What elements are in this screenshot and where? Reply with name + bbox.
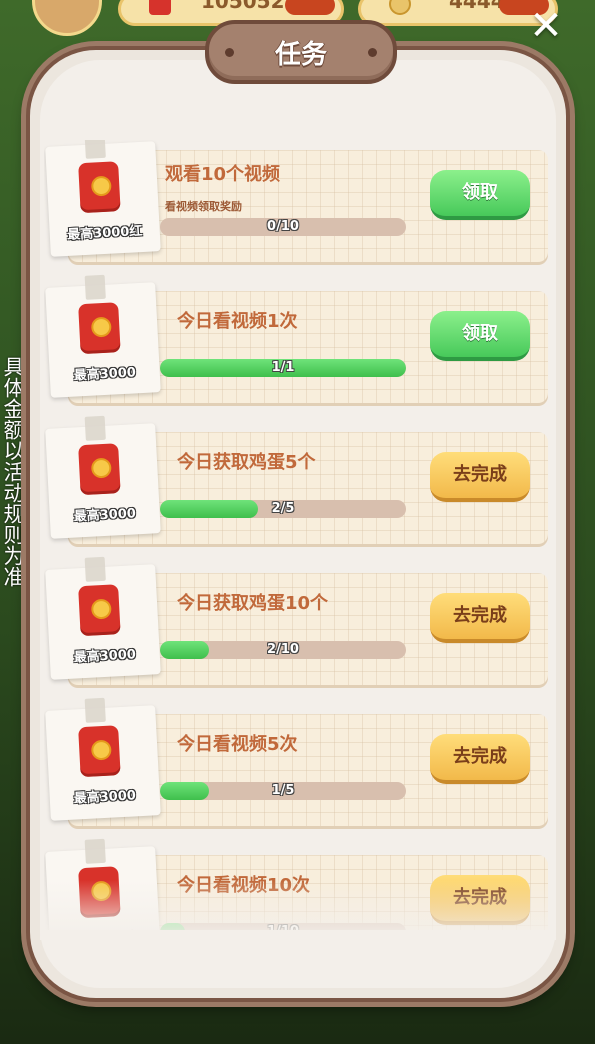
progress-text: 1/1 [271,360,295,375]
red-packet-icon [78,302,121,355]
dialog-title-plate: 任务 [205,20,397,84]
tape-icon [84,415,106,441]
claim-button[interactable]: 领取 [430,311,530,361]
currency-value: 105052 [201,0,285,13]
reward-label: 最高3000 [73,365,137,384]
task-list[interactable]: 最高3000红 观看10个视频看视频领取奖励 0/10 领取最高3000 今日看视频1次… [44,140,554,930]
go-complete-button[interactable]: 去完成 [430,593,530,643]
reward-label: 最高3000 [73,506,137,525]
red-packet-icon [149,0,171,15]
task-item: 最高3000红 观看10个视频看视频领取奖励 0/10 领取 [44,140,550,266]
progress-text: 2/5 [271,501,295,516]
progress-text: 1/5 [271,783,295,798]
coin-icon [389,0,411,15]
tape-icon [84,697,106,723]
reward-note: 最高3000红 [45,140,161,257]
task-title: 今日获取鸡蛋10个 [177,593,329,614]
task-title: 观看10个视频 [165,164,281,185]
progress-text: 0/10 [267,219,299,234]
reward-note: 最高3000 [45,415,161,539]
progress-text: 2/10 [267,642,299,657]
tape-icon [84,140,106,159]
side-disclaimer: 具体金额以活动规则为准 [1,356,25,587]
red-packet-icon [78,725,121,778]
task-item: 最高3000 今日看视频1次 1/1 领取 [44,274,550,407]
go-complete-button[interactable]: 去完成 [430,452,530,502]
progress-bar: 2/10 [160,641,406,659]
dialog-title: 任务 [274,40,327,70]
progress-bar: 1/1 [160,359,406,377]
tape-icon [84,556,106,582]
task-subtitle: 看视频领取奖励 [165,200,242,213]
progress-bar: 2/5 [160,500,406,518]
task-item: 最高3000 今日获取鸡蛋5个 2/5 去完成 [44,415,550,548]
task-item: 最高3000 今日看视频5次 1/5 去完成 [44,697,550,830]
progress-bar: 1/5 [160,782,406,800]
reward-note: 最高3000 [45,556,161,680]
red-packet-icon [78,161,121,214]
progress-bar: 0/10 [160,218,406,236]
reward-note: 最高3000 [45,697,161,821]
tape-icon [84,274,106,300]
reward-label: 最高3000 [73,788,137,807]
reward-note: 最高3000 [45,274,161,398]
red-packet-icon [78,584,121,637]
withdraw-button[interactable] [285,0,335,15]
reward-label: 最高3000 [73,647,137,666]
tape-icon [84,838,106,864]
reward-label: 最高3000红 [66,223,143,243]
currency-value: 4444 [449,0,505,13]
task-title: 今日获取鸡蛋5个 [177,452,316,473]
task-item: 最高3000 今日获取鸡蛋10个 2/10 去完成 [44,556,550,689]
red-packet-icon [78,443,121,496]
go-complete-button[interactable]: 去完成 [430,734,530,784]
list-fade [40,880,556,940]
task-title: 今日看视频1次 [177,311,298,332]
close-button[interactable]: ✕ [528,6,564,46]
avatar[interactable] [32,0,102,36]
claim-button[interactable]: 领取 [430,170,530,220]
task-title: 今日看视频5次 [177,734,298,755]
